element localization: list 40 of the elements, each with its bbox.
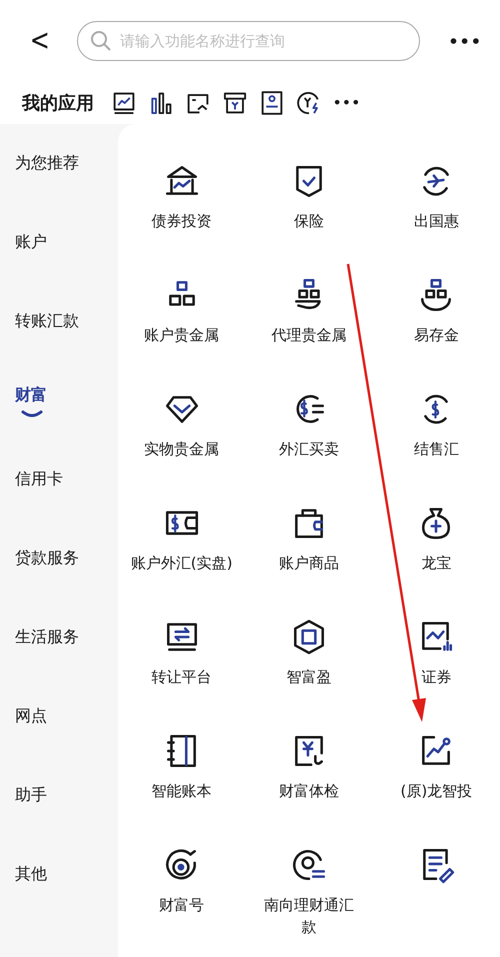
more-apps-button[interactable]: ••• [333,96,361,110]
category-tab[interactable]: 转账汇款 [0,282,118,361]
function-item[interactable]: 结售汇 [372,390,500,504]
category-tab[interactable]: 助手 [0,756,118,835]
search-icon [89,29,114,53]
my-apps-title: 我的应用 [22,92,94,115]
function-item[interactable]: 南向理财通汇款 [245,846,373,957]
search-field[interactable]: 请输入功能名称进行查询 [77,21,420,61]
function-item[interactable]: 财富体检 [245,732,373,846]
function-item[interactable]: 智能账本 [118,732,246,846]
function-item[interactable]: 保险 [245,162,373,276]
function-item[interactable]: 外汇买卖 [245,390,373,504]
function-item[interactable]: (原)龙智投 [372,732,500,846]
function-item[interactable]: 债券投资 [118,162,246,276]
function-item[interactable]: 账户贵金属 [118,276,246,390]
function-item[interactable]: 证券 [372,618,500,732]
function-item[interactable]: 易存金 [372,276,500,390]
function-item[interactable]: 代理贵金属 [245,276,373,390]
category-tab[interactable]: 生活服务 [0,598,118,677]
function-item[interactable]: 智富盈 [245,618,373,732]
category-tab[interactable]: 为您推荐 [0,124,118,203]
category-tab[interactable]: 财富 [0,361,118,440]
function-item[interactable]: 龙宝 [372,504,500,618]
function-item[interactable]: 实物贵金属 [118,390,246,504]
chart-screen-icon[interactable] [111,90,137,116]
selection-indicator [21,410,43,416]
function-item[interactable]: 转让平台 [118,618,246,732]
category-tab[interactable]: 网点 [0,677,118,756]
more-button[interactable]: ••• [448,32,482,50]
function-item[interactable]: 账户商品 [245,504,373,618]
function-item[interactable]: 财富号 [118,846,246,957]
category-tab[interactable]: 账户 [0,203,118,282]
category-tab[interactable]: 信用卡 [0,440,118,519]
archive-yen-icon[interactable] [222,90,248,116]
function-item[interactable]: 账户外汇(实盘) [118,504,246,618]
back-button[interactable]: < [30,26,60,56]
category-tab[interactable]: 贷款服务 [0,519,118,598]
function-item[interactable]: 出国惠 [372,162,500,276]
pay-card-icon[interactable] [259,90,285,116]
category-tab[interactable]: 其他 [0,835,118,914]
